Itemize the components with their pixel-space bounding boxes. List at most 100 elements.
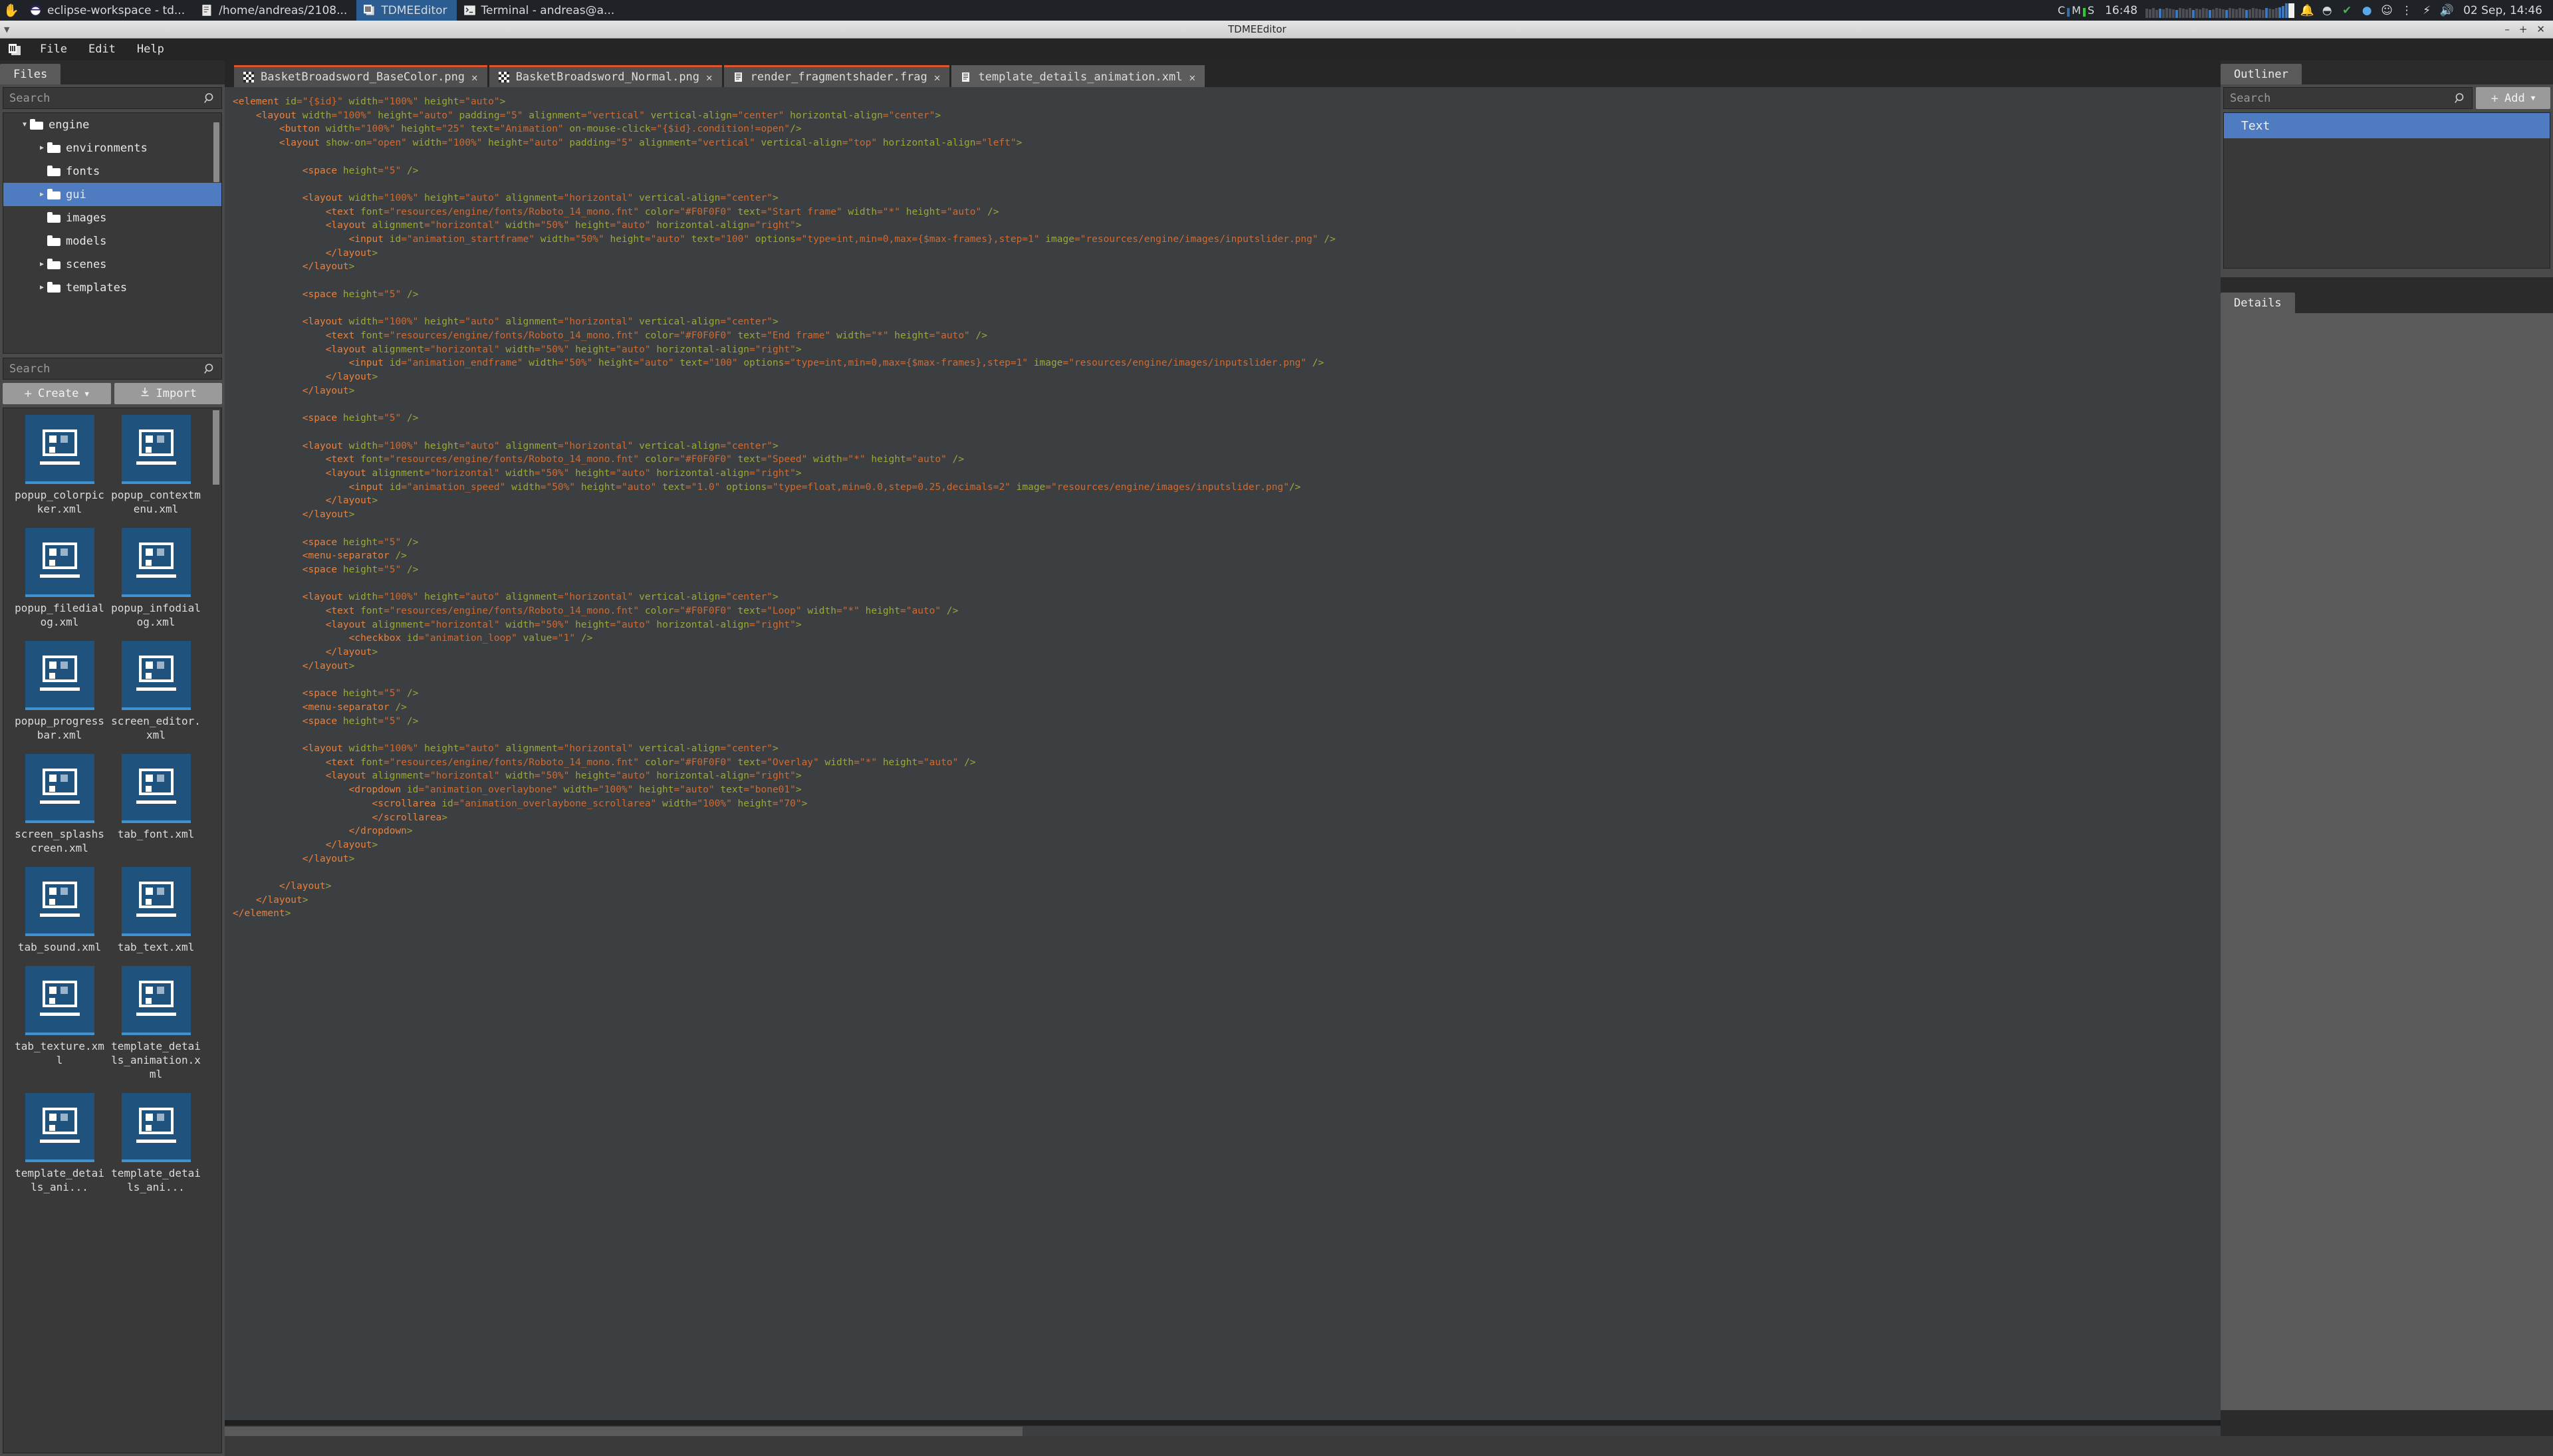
- chevron-down-icon: ▼: [2530, 94, 2536, 102]
- file-grid-item[interactable]: template_details_ani...: [11, 1093, 108, 1194]
- tab-details[interactable]: Details: [2221, 293, 2295, 313]
- bluetooth-icon[interactable]: ◓: [2317, 4, 2337, 17]
- grid-search-box[interactable]: Search: [3, 358, 222, 380]
- volume-icon[interactable]: 🔊: [2437, 4, 2457, 17]
- close-button[interactable]: ✕: [2536, 23, 2545, 35]
- hand-icon[interactable]: ✋: [0, 3, 23, 18]
- taskbar-task-2[interactable]: TDMEEditor: [356, 0, 457, 21]
- search-icon[interactable]: [204, 92, 221, 104]
- tab-files[interactable]: Files: [0, 64, 61, 84]
- tdme-logo-icon: [0, 43, 29, 57]
- search-icon[interactable]: [2455, 92, 2472, 104]
- file-grid-item[interactable]: tab_texture.xml: [11, 966, 108, 1081]
- maximize-button[interactable]: +: [2519, 23, 2528, 35]
- tab-outliner[interactable]: Outliner: [2221, 64, 2302, 84]
- import-button[interactable]: Import: [114, 383, 222, 404]
- graph-bar-current: [2288, 3, 2295, 18]
- gui-file-icon: [25, 754, 94, 823]
- editor-tab-1[interactable]: BasketBroadsword_Normal.png ✕: [489, 65, 722, 87]
- graph-bar: [2282, 5, 2285, 18]
- tree-item-templates[interactable]: ▶ templates: [3, 276, 221, 299]
- gui-file-icon: [121, 641, 191, 710]
- file-grid-item[interactable]: popup_progressbar.xml: [11, 641, 108, 742]
- tree-item-models[interactable]: models: [3, 229, 221, 253]
- chevron-right-icon[interactable]: ▶: [37, 261, 47, 268]
- tree-search-box[interactable]: Search: [3, 87, 222, 109]
- close-icon[interactable]: ✕: [1189, 71, 1195, 84]
- graph-bar: [2159, 8, 2162, 18]
- discord-icon[interactable]: ☺: [2377, 4, 2397, 17]
- file-grid-item[interactable]: screen_editor.xml: [108, 641, 204, 742]
- tree-item-images[interactable]: images: [3, 206, 221, 229]
- editor-tab-3[interactable]: template_details_animation.xml ✕: [951, 65, 1205, 87]
- folder-icon: [47, 259, 61, 269]
- menu-edit[interactable]: Edit: [78, 39, 126, 61]
- shield-check-icon[interactable]: ✔: [2337, 4, 2357, 17]
- close-icon[interactable]: ✕: [471, 71, 478, 84]
- file-grid-item[interactable]: template_details_animation.xml: [108, 966, 204, 1081]
- tree-item-fonts[interactable]: fonts: [3, 160, 221, 183]
- taskbar-task-0[interactable]: eclipse-workspace - td...: [23, 0, 194, 21]
- code-text[interactable]: <element id="{$id}" width="100%" height=…: [233, 95, 2221, 921]
- file-grid-item[interactable]: popup_colorpicker.xml: [11, 415, 108, 516]
- power-icon[interactable]: ⚡: [2417, 4, 2437, 17]
- outliner-search-box[interactable]: Search: [2223, 87, 2473, 109]
- tree-item-gui[interactable]: ▶ gui: [3, 183, 221, 206]
- outliner-list[interactable]: Text: [2223, 112, 2550, 269]
- editor-tab-2[interactable]: render_fragmentshader.frag ✕: [723, 65, 950, 87]
- menu-file[interactable]: File: [29, 39, 78, 61]
- file-grid-scrollbar[interactable]: [213, 410, 219, 485]
- file-grid-item[interactable]: screen_splashscreen.xml: [11, 754, 108, 855]
- file-grid-item[interactable]: template_details_ani...: [108, 1093, 204, 1194]
- graph-bar: [2219, 8, 2222, 18]
- editor-tabbar: BasketBroadsword_BaseColor.png ✕ BasketBro…: [225, 61, 2221, 87]
- add-button[interactable]: + Add ▼: [2476, 87, 2550, 109]
- details-body: [2221, 313, 2553, 1410]
- editor-tab-0[interactable]: BasketBroadsword_BaseColor.png ✕: [234, 65, 487, 87]
- close-icon[interactable]: ✕: [934, 71, 941, 84]
- file-grid-item[interactable]: popup_contextmenu.xml: [108, 415, 204, 516]
- bell-icon[interactable]: 🔔: [2297, 4, 2317, 17]
- taskbar-task-3[interactable]: Terminal - andreas@a...: [457, 0, 624, 21]
- file-grid-item[interactable]: popup_filedialog.xml: [11, 528, 108, 629]
- tree-item-engine[interactable]: ▼ engine: [3, 113, 221, 136]
- tree-item-label: engine: [49, 118, 90, 132]
- graph-bar: [2252, 7, 2255, 18]
- search-icon[interactable]: [204, 363, 221, 375]
- chevron-right-icon[interactable]: ▶: [37, 191, 47, 198]
- chevron-right-icon[interactable]: ▶: [37, 144, 47, 152]
- minimize-button[interactable]: –: [2504, 23, 2510, 35]
- tree-scrollbar[interactable]: [213, 122, 219, 182]
- file-grid-container[interactable]: popup_colorpicker.xml popup_contextmenu.x…: [3, 408, 222, 1453]
- chevron-down-icon[interactable]: ▼: [19, 121, 30, 128]
- folder-tree[interactable]: ▼ engine ▶ environments fonts ▶ gui images model…: [3, 112, 222, 354]
- code-horizontal-scrollbar[interactable]: [225, 1425, 2221, 1436]
- grid-search-input[interactable]: Search: [3, 362, 204, 376]
- taskbar-task-1[interactable]: /home/andreas/2108...: [194, 0, 356, 21]
- window-menu-caret-icon[interactable]: ▼: [0, 25, 9, 34]
- outliner-item[interactable]: Text: [2224, 113, 2550, 138]
- gui-file-icon: [121, 1093, 191, 1162]
- file-grid-item[interactable]: popup_infodialog.xml: [108, 528, 204, 629]
- tree-search-input[interactable]: Search: [3, 92, 204, 105]
- cms-c: C: [2057, 4, 2066, 17]
- blue-circle-icon[interactable]: ●: [2357, 4, 2377, 17]
- close-icon[interactable]: ✕: [706, 71, 713, 84]
- gui-file-icon: [121, 528, 191, 597]
- outliner-search-input[interactable]: Search: [2224, 92, 2455, 105]
- network-icon[interactable]: ⋮: [2397, 4, 2417, 17]
- gui-file-icon: [25, 966, 94, 1035]
- file-grid-item[interactable]: tab_sound.xml: [11, 867, 108, 954]
- taskbar-task-label: TDMEEditor: [381, 3, 447, 17]
- tree-item-environments[interactable]: ▶ environments: [3, 136, 221, 160]
- file-grid-item-label: screen_splashscreen.xml: [15, 828, 104, 854]
- chevron-right-icon[interactable]: ▶: [37, 284, 47, 291]
- file-grid-item[interactable]: tab_text.xml: [108, 867, 204, 954]
- create-button[interactable]: + Create ▼: [3, 383, 111, 404]
- menu-help[interactable]: Help: [126, 39, 175, 61]
- code-view[interactable]: <element id="{$id}" width="100%" height=…: [225, 87, 2221, 1420]
- file-grid-item[interactable]: tab_font.xml: [108, 754, 204, 855]
- image-file-icon: [498, 72, 509, 82]
- folder-icon: [47, 166, 61, 176]
- tree-item-scenes[interactable]: ▶ scenes: [3, 253, 221, 276]
